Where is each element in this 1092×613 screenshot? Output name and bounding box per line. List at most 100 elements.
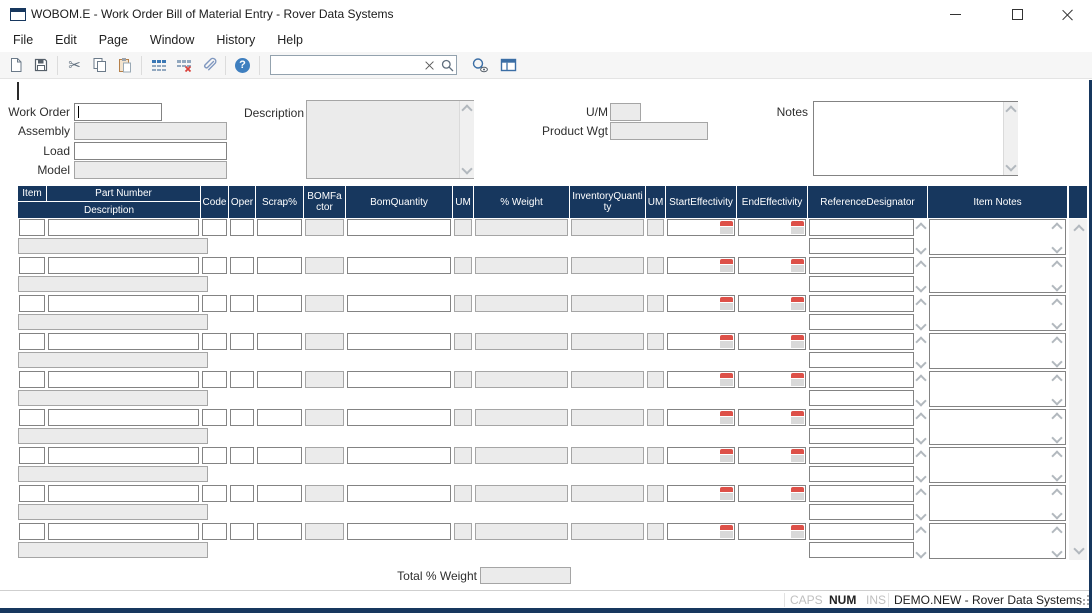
scroll-up-icon[interactable] (915, 374, 926, 385)
work-order-input[interactable] (74, 103, 162, 121)
grid-item-notes-input[interactable] (929, 371, 1066, 407)
grid-oper-input[interactable] (230, 257, 254, 274)
grid-reference-designator-input[interactable] (809, 219, 914, 236)
search-button[interactable] (438, 56, 456, 74)
calendar-icon[interactable] (720, 487, 733, 500)
scroll-up-icon[interactable] (915, 526, 926, 537)
grid-start-effectivity-input[interactable] (667, 371, 735, 388)
paste-button[interactable] (112, 53, 137, 77)
calendar-icon[interactable] (791, 297, 804, 310)
copy-button[interactable] (87, 53, 112, 77)
scroll-up-icon[interactable] (915, 298, 926, 309)
grid-part-number-input[interactable] (48, 409, 199, 426)
scroll-up-icon[interactable] (915, 412, 926, 423)
grid-part-number-input[interactable] (48, 485, 199, 502)
grid-oper-input[interactable] (230, 447, 254, 464)
grid-scrap-input[interactable] (257, 219, 302, 236)
scroll-down-icon[interactable] (915, 471, 926, 482)
grid-scrap-input[interactable] (257, 333, 302, 350)
grid-item-input[interactable] (19, 409, 45, 426)
scroll-down-icon[interactable] (915, 509, 926, 520)
delete-row-button[interactable] (171, 53, 196, 77)
lookup-button[interactable] (467, 53, 492, 77)
grid-end-effectivity-input[interactable] (738, 257, 806, 274)
load-input[interactable] (74, 142, 227, 160)
scroll-down-icon[interactable] (915, 357, 926, 368)
minimize-button[interactable] (936, 0, 974, 28)
grid-start-effectivity-input[interactable] (667, 257, 735, 274)
grid-reference-designator-input[interactable] (809, 352, 914, 368)
grid-reference-designator-input[interactable] (809, 466, 914, 482)
description-scrollbar[interactable] (459, 101, 474, 178)
grid-part-number-input[interactable] (48, 371, 199, 388)
scroll-down-icon[interactable] (915, 433, 926, 444)
calendar-icon[interactable] (720, 449, 733, 462)
grid-end-effectivity-input[interactable] (738, 295, 806, 312)
grid-bom-quantity-input[interactable] (347, 523, 451, 540)
resize-grip[interactable] (1078, 594, 1089, 605)
grid-item-notes-input[interactable] (929, 219, 1066, 255)
save-button[interactable] (28, 53, 53, 77)
grid-bom-quantity-input[interactable] (347, 371, 451, 388)
grid-end-effectivity-input[interactable] (738, 333, 806, 350)
grid-start-effectivity-input[interactable] (667, 485, 735, 502)
grid-scrap-input[interactable] (257, 409, 302, 426)
calendar-icon[interactable] (791, 449, 804, 462)
grid-scrap-input[interactable] (257, 295, 302, 312)
menu-history[interactable]: History (205, 29, 266, 51)
grid-item-input[interactable] (19, 295, 45, 312)
grid-end-effectivity-input[interactable] (738, 523, 806, 540)
grid-scrap-input[interactable] (257, 523, 302, 540)
grid-reference-designator-input[interactable] (809, 238, 914, 254)
attachment-button[interactable] (196, 53, 221, 77)
grid-bom-quantity-input[interactable] (347, 485, 451, 502)
scroll-down-icon[interactable] (915, 547, 926, 558)
notes-textarea[interactable] (813, 101, 1018, 176)
grid-code-input[interactable] (202, 485, 227, 502)
grid-part-number-input[interactable] (48, 333, 199, 350)
grid-end-effectivity-input[interactable] (738, 447, 806, 464)
menu-window[interactable]: Window (139, 29, 205, 51)
scroll-up-icon[interactable] (915, 488, 926, 499)
grid-vertical-scrollbar[interactable] (1069, 219, 1087, 560)
close-button[interactable] (1048, 0, 1086, 28)
grid-item-input[interactable] (19, 485, 45, 502)
scroll-down-icon[interactable] (915, 243, 926, 254)
calendar-icon[interactable] (720, 297, 733, 310)
calendar-icon[interactable] (791, 335, 804, 348)
grid-reference-designator-input[interactable] (809, 523, 914, 540)
grid-item-input[interactable] (19, 447, 45, 464)
grid-oper-input[interactable] (230, 371, 254, 388)
table-view-button[interactable] (496, 53, 521, 77)
scroll-up-icon[interactable] (915, 260, 926, 271)
grid-part-number-input[interactable] (48, 447, 199, 464)
scroll-down-icon[interactable] (915, 281, 926, 292)
grid-item-notes-input[interactable] (929, 295, 1066, 331)
grid-start-effectivity-input[interactable] (667, 447, 735, 464)
grid-item-input[interactable] (19, 219, 45, 236)
calendar-icon[interactable] (791, 525, 804, 538)
menu-help[interactable]: Help (266, 29, 314, 51)
scroll-down-icon[interactable] (915, 395, 926, 406)
grid-oper-input[interactable] (230, 485, 254, 502)
clear-search-icon[interactable] (425, 61, 434, 70)
grid-start-effectivity-input[interactable] (667, 295, 735, 312)
grid-reference-designator-input[interactable] (809, 409, 914, 426)
calendar-icon[interactable] (720, 335, 733, 348)
grid-reference-designator-input[interactable] (809, 314, 914, 330)
grid-start-effectivity-input[interactable] (667, 219, 735, 236)
scroll-up-icon[interactable] (915, 336, 926, 347)
grid-reference-designator-input[interactable] (809, 276, 914, 292)
grid-bom-quantity-input[interactable] (347, 447, 451, 464)
grid-reference-designator-input[interactable] (809, 333, 914, 350)
grid-part-number-input[interactable] (48, 523, 199, 540)
calendar-icon[interactable] (791, 259, 804, 272)
grid-bom-quantity-input[interactable] (347, 219, 451, 236)
grid-reference-designator-input[interactable] (809, 257, 914, 274)
grid-item-notes-input[interactable] (929, 447, 1066, 483)
grid-reference-designator-input[interactable] (809, 295, 914, 312)
scroll-up-icon[interactable] (915, 222, 926, 233)
grid-start-effectivity-input[interactable] (667, 523, 735, 540)
insert-row-button[interactable] (146, 53, 171, 77)
grid-code-input[interactable] (202, 409, 227, 426)
